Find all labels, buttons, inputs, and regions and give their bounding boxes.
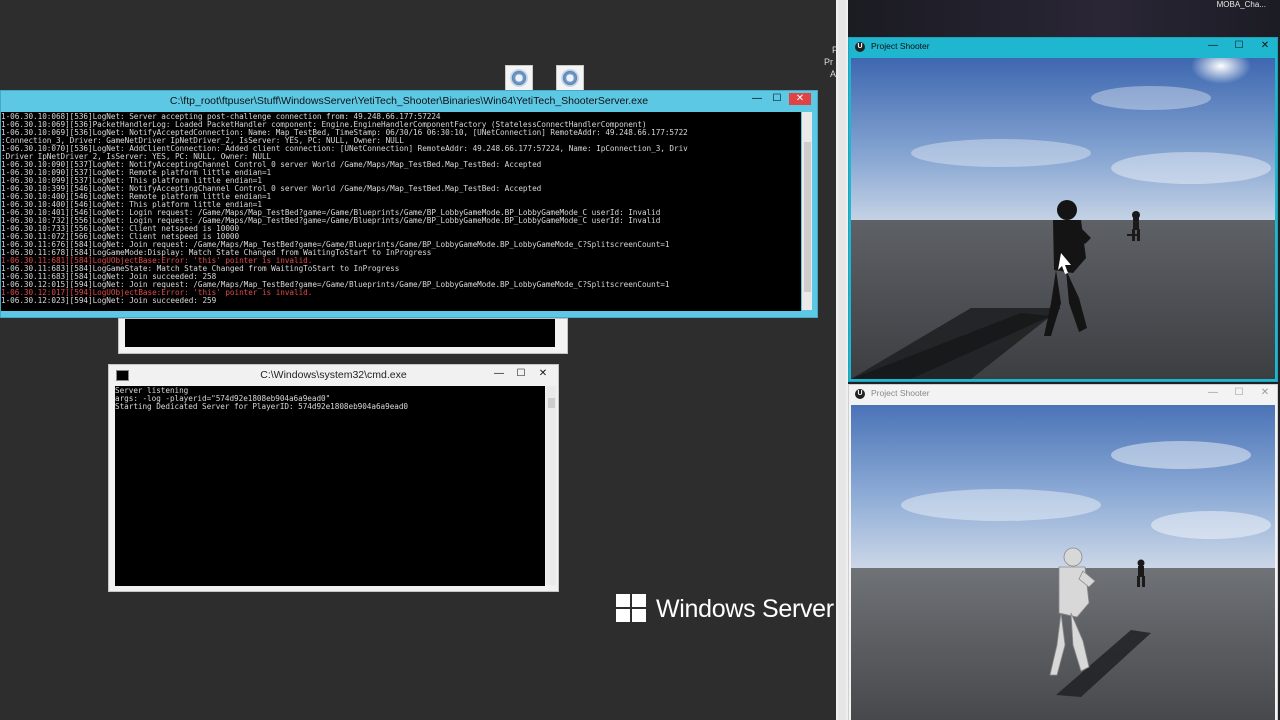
- maximize-button[interactable]: ☐: [769, 93, 785, 105]
- side-text-line: A: [830, 69, 836, 79]
- server-log-scrollbar[interactable]: [802, 112, 812, 310]
- window-title: Project Shooter: [871, 388, 930, 398]
- windows-server-branding: Windows Server: [616, 594, 834, 624]
- side-text: P Pr A: [824, 44, 836, 80]
- unreal-logo-icon: U: [855, 389, 865, 399]
- game-window-1[interactable]: U Project Shooter — ☐ ✕: [848, 37, 1278, 382]
- window-title: C:\Windows\system32\cmd.exe: [260, 369, 407, 381]
- unreal-logo-icon: U: [855, 42, 865, 52]
- minimize-button[interactable]: —: [492, 368, 506, 380]
- side-text-line: P: [832, 45, 836, 55]
- game-viewport[interactable]: [851, 405, 1275, 720]
- viewer-scrollbar[interactable]: [836, 0, 848, 720]
- scrollbar-thumb[interactable]: [838, 0, 846, 720]
- scrollbar-thumb[interactable]: [804, 142, 811, 292]
- taskbar-strip: MOBA_Cha...: [848, 0, 1280, 37]
- console-line: Starting Dedicated Server for PlayerID: …: [115, 402, 409, 411]
- side-text-line: Pr: [824, 57, 833, 67]
- game-scene-1: [851, 58, 1275, 379]
- desktop-gear-icon-1[interactable]: [505, 65, 533, 91]
- game-scene-2: [851, 405, 1275, 720]
- console-line: 1-06.30.12:023][594]LogNet: Join succeed…: [1, 296, 217, 305]
- desktop-gear-icon-2[interactable]: [556, 65, 584, 91]
- maximize-button[interactable]: ☐: [1233, 387, 1245, 398]
- minimize-button[interactable]: —: [749, 93, 765, 105]
- close-button[interactable]: ✕: [536, 368, 550, 380]
- server-console-window[interactable]: C:\ftp_root\ftpuser\Stuff\WindowsServer\…: [0, 90, 818, 318]
- scrollbar-thumb[interactable]: [548, 398, 555, 408]
- gear-icon: [510, 69, 528, 87]
- background-console-window[interactable]: [118, 318, 568, 354]
- game-window-2[interactable]: U Project Shooter — ☐ ✕: [848, 384, 1278, 720]
- maximize-button[interactable]: ☐: [1233, 40, 1245, 51]
- server-log: 1-06.30.10:068][536]LogNet: Server accep…: [1, 112, 801, 311]
- game-viewport[interactable]: [851, 58, 1275, 379]
- windows-server-text: Windows Server: [656, 594, 834, 623]
- local-desktop: MOBA_Cha... U Project Shooter — ☐ ✕ U Pr…: [848, 0, 1280, 720]
- cmd-window[interactable]: C:\Windows\system32\cmd.exe — ☐ ✕ Server…: [108, 364, 559, 592]
- window-title: C:\ftp_root\ftpuser\Stuff\WindowsServer\…: [169, 95, 649, 107]
- close-button[interactable]: ✕: [789, 93, 811, 105]
- remote-desktop: P Pr A C:\ftp_root\ftpuser\Stuff\Windows…: [0, 0, 836, 720]
- close-button[interactable]: ✕: [1259, 40, 1271, 51]
- minimize-button[interactable]: —: [1207, 40, 1219, 51]
- gear-icon: [561, 69, 579, 87]
- maximize-button[interactable]: ☐: [514, 368, 528, 380]
- window-title: Project Shooter: [871, 41, 930, 51]
- close-button[interactable]: ✕: [1259, 387, 1271, 398]
- console-area: [125, 319, 555, 347]
- cmd-output: Server listening args: -log -playerid="57…: [115, 386, 545, 586]
- minimize-button[interactable]: —: [1207, 387, 1219, 398]
- taskbar-item[interactable]: MOBA_Cha...: [1217, 0, 1266, 9]
- cmd-scrollbar[interactable]: [546, 386, 556, 585]
- windows-logo-icon: [616, 594, 648, 624]
